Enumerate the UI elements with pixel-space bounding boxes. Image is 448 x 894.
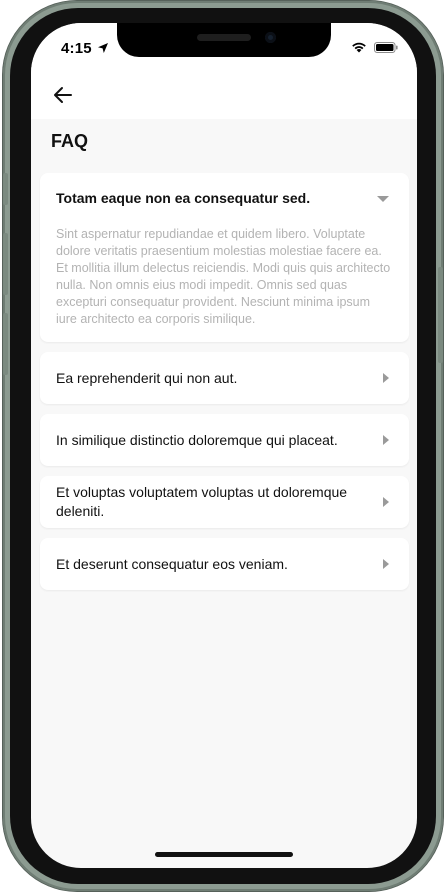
faq-item[interactable]: In similique distinctio doloremque qui p… xyxy=(40,414,409,466)
power-button xyxy=(438,267,443,363)
caret-right-icon xyxy=(383,435,389,445)
app-header xyxy=(31,71,417,119)
volume-up-button xyxy=(3,233,8,295)
caret-right-icon xyxy=(383,559,389,569)
speaker-grille xyxy=(197,34,251,41)
faq-item[interactable]: Et deserunt consequatur eos veniam. xyxy=(40,538,409,590)
app-screen: 4:15 FAQ Totam eaque non ea consequatur … xyxy=(31,23,417,868)
caret-right-icon xyxy=(383,373,389,383)
faq-answer: Sint aspernatur repudiandae et quidem li… xyxy=(56,227,391,326)
front-camera xyxy=(265,32,276,43)
notch xyxy=(117,23,331,57)
home-indicator[interactable] xyxy=(155,852,293,857)
faq-item[interactable]: Totam eaque non ea consequatur sed. Sint… xyxy=(40,173,409,342)
faq-question: Ea reprehenderit qui non aut. xyxy=(56,369,238,386)
location-arrow-icon xyxy=(98,43,108,53)
battery-icon xyxy=(374,42,398,53)
faq-item[interactable]: Ea reprehenderit qui non aut. xyxy=(40,352,409,404)
faq-question: Totam eaque non ea consequatur sed. xyxy=(56,190,311,206)
volume-down-button xyxy=(3,313,8,375)
status-time: 4:15 xyxy=(61,40,92,57)
caret-right-icon xyxy=(383,497,389,507)
status-bar: 4:15 xyxy=(31,23,417,71)
caret-down-icon xyxy=(377,196,389,202)
faq-question: Et deserunt consequatur eos veniam. xyxy=(56,555,288,572)
mute-switch xyxy=(3,173,8,205)
faq-list: Totam eaque non ea consequatur sed. Sint… xyxy=(40,173,409,600)
wifi-icon xyxy=(352,42,366,53)
faq-item[interactable]: Et voluptas voluptatem voluptas ut dolor… xyxy=(40,476,409,528)
faq-question: In similique distinctio doloremque qui p… xyxy=(56,431,338,448)
page-title: FAQ xyxy=(51,131,89,151)
faq-question: Et voluptas voluptatem voluptas ut dolor… xyxy=(56,484,348,519)
arrow-left-icon[interactable] xyxy=(51,83,75,107)
